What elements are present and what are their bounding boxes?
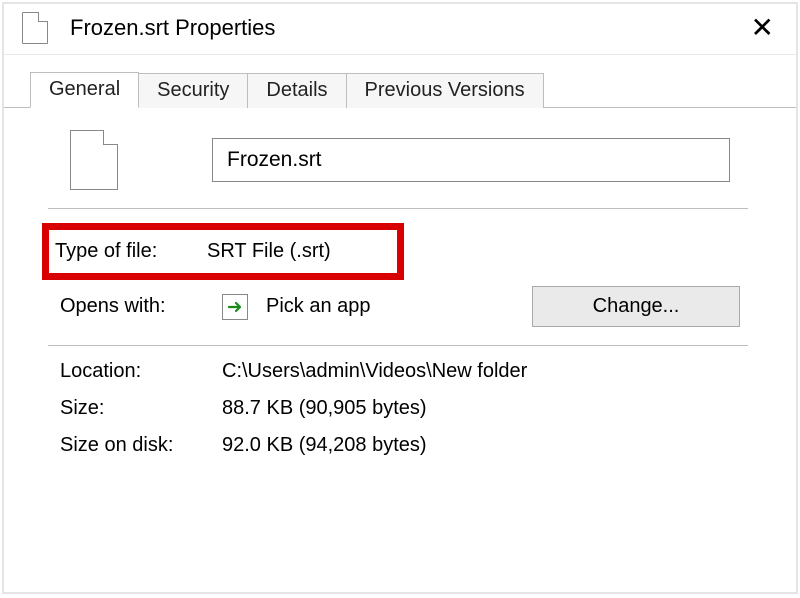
size-on-disk-label: Size on disk: — [60, 434, 222, 457]
file-type-icon — [70, 130, 118, 190]
size-on-disk-row: Size on disk: 92.0 KB (94,208 bytes) — [60, 434, 740, 457]
opens-with-row: Opens with: Pick an app Change... — [60, 286, 740, 327]
size-on-disk-value: 92.0 KB (94,208 bytes) — [222, 434, 427, 457]
tab-general[interactable]: General — [30, 72, 139, 108]
file-icon — [22, 12, 48, 44]
opens-with-value: Pick an app — [266, 295, 438, 318]
file-details-section: Location: C:\Users\admin\Videos\New fold… — [60, 360, 740, 457]
size-label: Size: — [60, 397, 222, 420]
arrow-right-icon — [222, 294, 248, 320]
section-divider-2 — [48, 345, 748, 346]
location-row: Location: C:\Users\admin\Videos\New fold… — [60, 360, 740, 383]
type-of-file-label: Type of file: — [49, 240, 207, 263]
tab-previous-versions[interactable]: Previous Versions — [346, 73, 544, 108]
highlight-annotation: Type of file: SRT File (.srt) — [42, 223, 404, 280]
close-button[interactable]: ✕ — [743, 14, 782, 42]
size-row: Size: 88.7 KB (90,905 bytes) — [60, 397, 740, 420]
window-title: Frozen.srt Properties — [70, 15, 743, 41]
tab-strip: General Security Details Previous Versio… — [4, 55, 796, 108]
size-value: 88.7 KB (90,905 bytes) — [222, 397, 427, 420]
filename-input[interactable]: Frozen.srt — [212, 138, 730, 182]
type-of-file-value: SRT File (.srt) — [207, 240, 331, 263]
general-panel: Frozen.srt Type of file: SRT File (.srt)… — [4, 108, 796, 457]
tab-security[interactable]: Security — [138, 73, 248, 108]
file-header: Frozen.srt — [60, 130, 740, 190]
change-button[interactable]: Change... — [532, 286, 740, 327]
tab-details[interactable]: Details — [247, 73, 346, 108]
properties-dialog: Frozen.srt Properties ✕ General Security… — [2, 2, 798, 594]
section-divider-1 — [48, 208, 748, 209]
titlebar: Frozen.srt Properties ✕ — [4, 4, 796, 54]
opens-with-label: Opens with: — [60, 295, 222, 318]
location-value: C:\Users\admin\Videos\New folder — [222, 360, 527, 383]
location-label: Location: — [60, 360, 222, 383]
